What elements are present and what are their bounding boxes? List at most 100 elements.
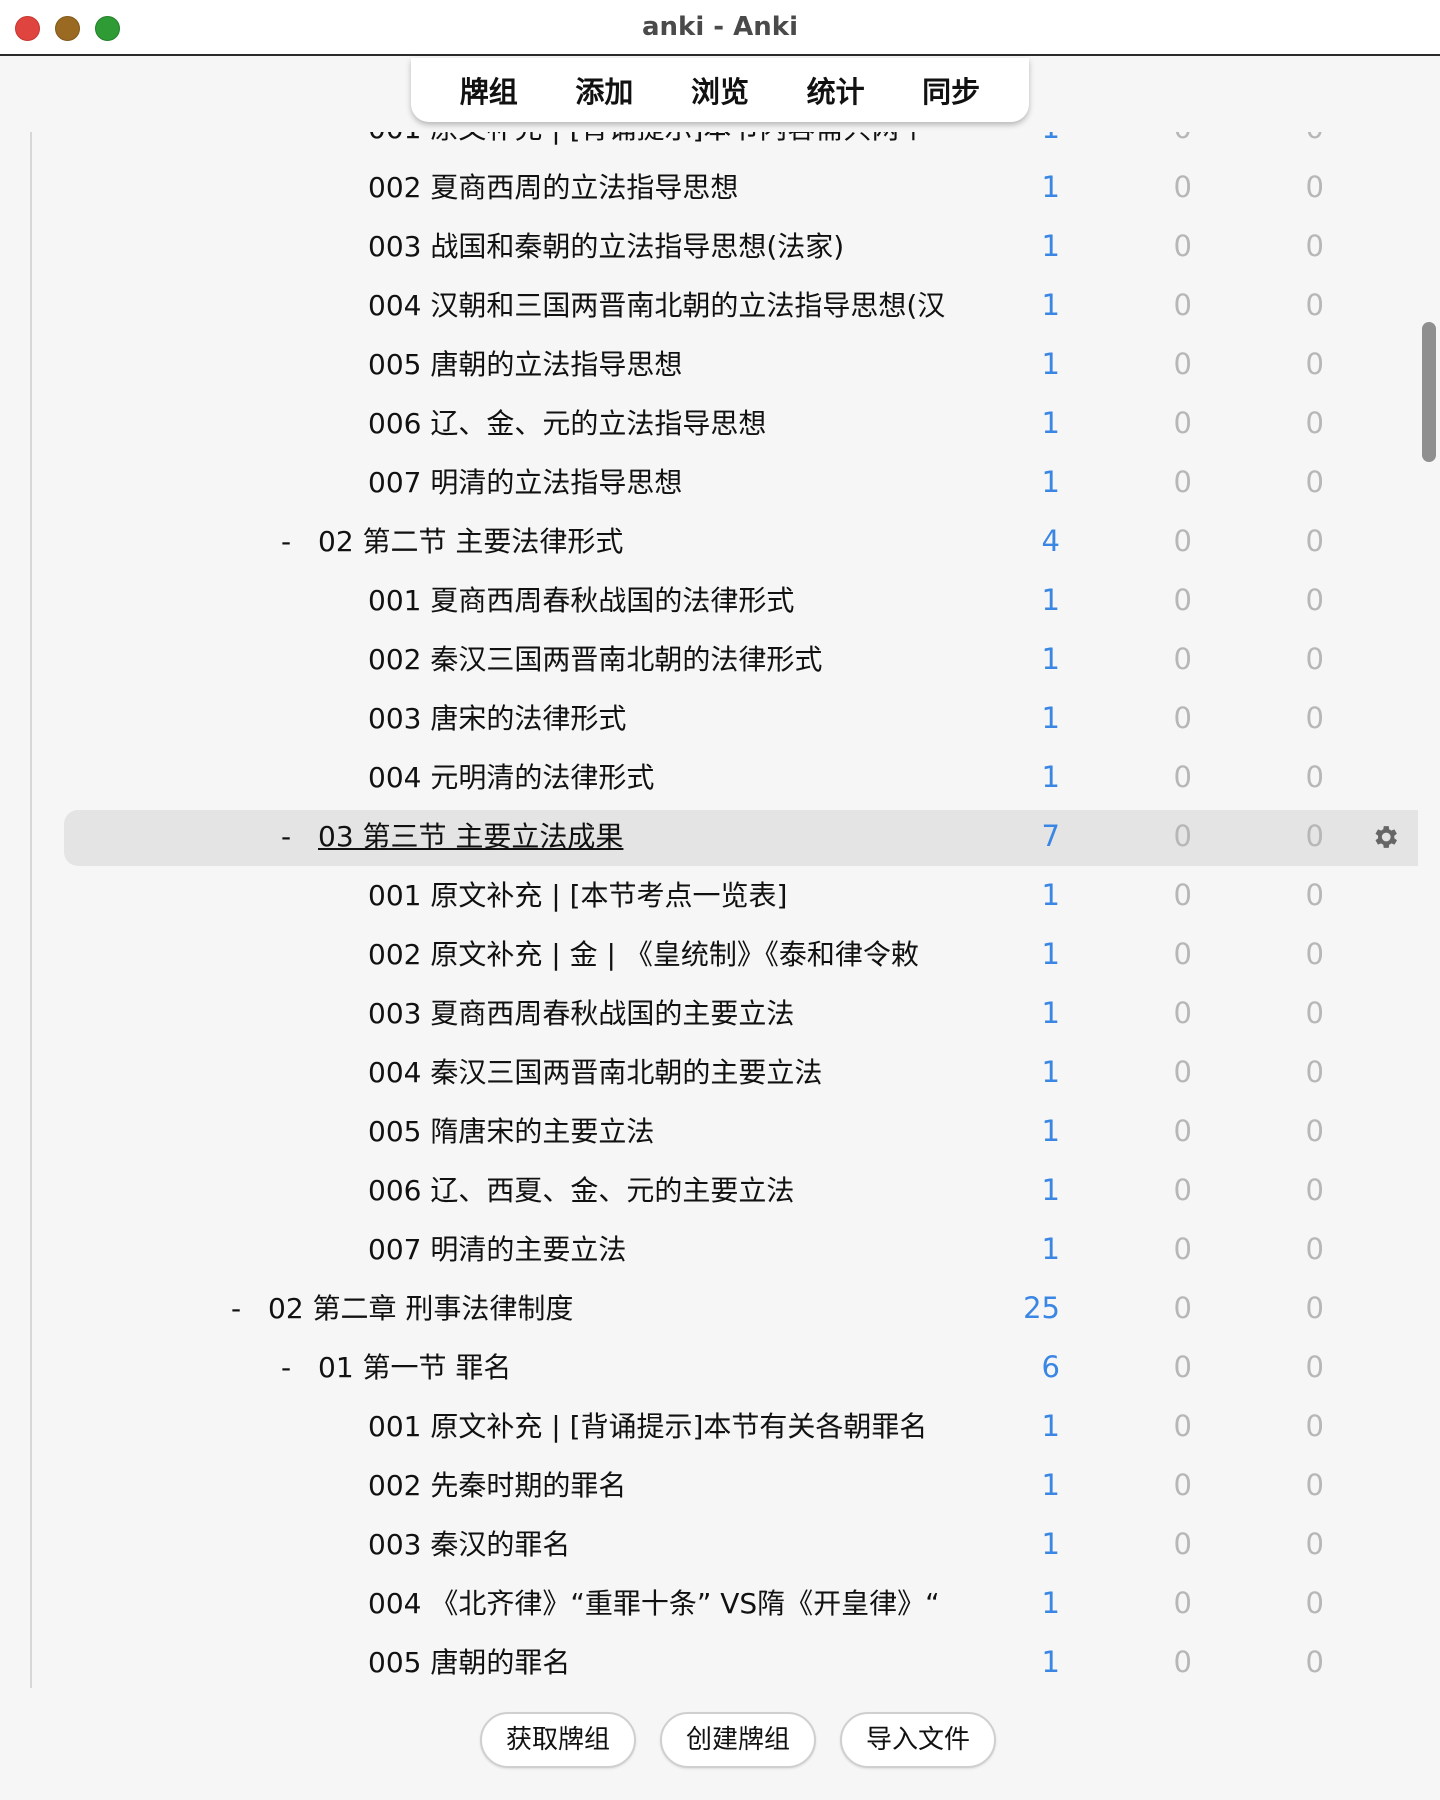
deck-row[interactable]: 003 战国和秦朝的立法指导思想(法家) 1 0 0 [32,217,1418,276]
gear-icon[interactable] [1370,822,1400,852]
deck-row[interactable]: 001 原文补充 | [背诵提示]本节有关各朝罪名 1 0 0 [32,1397,1418,1456]
window-title: anki - Anki [642,12,798,42]
deck-name[interactable]: 003 秦汉的罪名 [368,1515,984,1574]
due-count: 1 [1041,1409,1060,1443]
due-count: 1 [992,132,1060,158]
deck-name[interactable]: 004 秦汉三国两晋南北朝的主要立法 [368,1043,984,1102]
deck-row[interactable]: -01 第一节 罪名 6 0 0 [32,1338,1418,1397]
anki-window: anki - Anki 牌组 添加 浏览 统计 同步 001 原文补充 | [背… [0,0,1440,1800]
tab-decks[interactable]: 牌组 [450,65,528,115]
deck-name[interactable]: 001 夏商西周春秋战国的法律形式 [368,571,984,630]
deck-row[interactable]: -02 第二章 刑事法律制度 25 0 0 [32,1279,1418,1338]
collapse-toggle[interactable]: - [226,1279,246,1338]
collapse-toggle[interactable]: - [276,1338,296,1397]
deck-row[interactable]: 004 汉朝和三国两晋南北朝的立法指导思想(汉 1 0 0 [32,276,1418,335]
deck-name[interactable]: 02 第二章 刑事法律制度 [268,1279,978,1338]
deck-name[interactable]: 03 第三节 主要立法成果 [318,807,978,866]
deck-row[interactable]: 007 明清的立法指导思想 1 0 0 [32,453,1418,512]
deck-name[interactable]: 001 原文补充 | [本节考点一览表] [368,866,984,925]
review-count: 0 [1305,288,1324,322]
deck-name[interactable]: 001 原文补充 | [背诵提示]本节有关各朝罪名 [368,1397,984,1456]
due-count: 1 [1041,1114,1060,1148]
deck-row[interactable]: 004 秦汉三国两晋南北朝的主要立法 1 0 0 [32,1043,1418,1102]
due-count: 25 [1023,1291,1060,1325]
learn-count: 0 [1173,1350,1192,1384]
deck-row[interactable]: 001 原文补充 | [本节考点一览表] 1 0 0 [32,866,1418,925]
due-count: 1 [1041,170,1060,204]
deck-row[interactable]: 005 唐朝的立法指导思想 1 0 0 [32,335,1418,394]
deck-name[interactable]: 005 唐朝的立法指导思想 [368,335,984,394]
deck-row[interactable]: 004 《北齐律》“重罪十条” VS隋《开皇律》“ 1 0 0 [32,1574,1418,1633]
deck-row[interactable]: 003 唐宋的法律形式 1 0 0 [32,689,1418,748]
deck-row[interactable]: 007 明清的主要立法 1 0 0 [32,1220,1418,1279]
collapse-toggle[interactable]: - [276,512,296,571]
learn-count: 0 [1173,524,1192,558]
deck-name[interactable]: 003 唐宋的法律形式 [368,689,984,748]
due-count: 4 [1041,524,1060,558]
deck-row[interactable]: 001 原文补充 | [背诵提示]本节内容需只两个 1 0 0 [32,132,1418,158]
due-count: 1 [1041,347,1060,381]
create-deck-button[interactable]: 创建牌组 [660,1712,816,1768]
review-count: 0 [1305,1232,1324,1266]
deck-name[interactable]: 007 明清的主要立法 [368,1220,984,1279]
import-file-button[interactable]: 导入文件 [840,1712,996,1768]
review-count: 0 [1305,465,1324,499]
deck-name[interactable]: 004 元明清的法律形式 [368,748,984,807]
deck-row[interactable]: 002 原文补充 | 金 | 《皇统制》《泰和律令敕 1 0 0 [32,925,1418,984]
deck-row-selected[interactable]: -03 第三节 主要立法成果 7 0 0 [32,807,1418,866]
review-count: 0 [1305,701,1324,735]
deck-row[interactable]: 003 夏商西周春秋战国的主要立法 1 0 0 [32,984,1418,1043]
deck-row[interactable]: -02 第二节 主要法律形式 4 0 0 [32,512,1418,571]
deck-name[interactable]: 007 明清的立法指导思想 [368,453,984,512]
deck-name[interactable]: 006 辽、西夏、金、元的主要立法 [368,1161,984,1220]
vertical-scrollbar[interactable] [1422,322,1436,462]
deck-name[interactable]: 005 唐朝的罪名 [368,1633,984,1688]
deck-name[interactable]: 003 夏商西周春秋战国的主要立法 [368,984,984,1043]
deck-name[interactable]: 001 原文补充 | [背诵提示]本节内容需只两个 [368,132,984,158]
deck-row[interactable]: 005 唐朝的罪名 1 0 0 [32,1633,1418,1688]
review-count: 0 [1305,1468,1324,1502]
deck-row[interactable]: 003 秦汉的罪名 1 0 0 [32,1515,1418,1574]
learn-count: 0 [1173,1586,1192,1620]
learn-count: 0 [1173,937,1192,971]
deck-row[interactable]: 001 夏商西周春秋战国的法律形式 1 0 0 [32,571,1418,630]
deck-row[interactable]: 006 辽、西夏、金、元的主要立法 1 0 0 [32,1161,1418,1220]
get-shared-decks-button[interactable]: 获取牌组 [480,1712,636,1768]
review-count: 0 [1305,1114,1324,1148]
due-count: 1 [1041,996,1060,1030]
deck-row[interactable]: 004 元明清的法律形式 1 0 0 [32,748,1418,807]
deck-row[interactable]: 006 辽、金、元的立法指导思想 1 0 0 [32,394,1418,453]
deck-name[interactable]: 01 第一节 罪名 [318,1338,978,1397]
due-count: 1 [1041,642,1060,676]
deck-name[interactable]: 002 先秦时期的罪名 [368,1456,984,1515]
learn-count: 0 [1173,465,1192,499]
due-count: 1 [1041,1586,1060,1620]
deck-name[interactable]: 02 第二节 主要法律形式 [318,512,978,571]
due-count: 6 [1041,1350,1060,1384]
learn-count: 0 [1173,1409,1192,1443]
tab-add[interactable]: 添加 [565,65,643,115]
deck-row[interactable]: 002 夏商西周的立法指导思想 1 0 0 [32,158,1418,217]
deck-name[interactable]: 002 夏商西周的立法指导思想 [368,158,984,217]
deck-name[interactable]: 004 汉朝和三国两晋南北朝的立法指导思想(汉 [368,276,984,335]
review-count: 0 [1305,1645,1324,1679]
tab-stats[interactable]: 统计 [797,65,875,115]
deck-name[interactable]: 005 隋唐宋的主要立法 [368,1102,984,1161]
deck-name[interactable]: 006 辽、金、元的立法指导思想 [368,394,984,453]
tab-sync[interactable]: 同步 [912,65,990,115]
deck-name[interactable]: 002 原文补充 | 金 | 《皇统制》《泰和律令敕 [368,925,984,984]
deck-name[interactable]: 003 战国和秦朝的立法指导思想(法家) [368,217,984,276]
collapse-toggle[interactable]: - [276,807,296,866]
review-count: 0 [1305,996,1324,1030]
tab-browse[interactable]: 浏览 [681,65,759,115]
learn-count: 0 [1173,170,1192,204]
deck-row[interactable]: 002 先秦时期的罪名 1 0 0 [32,1456,1418,1515]
deck-name[interactable]: 004 《北齐律》“重罪十条” VS隋《开皇律》“ [368,1574,984,1633]
learn-count: 0 [1173,760,1192,794]
learn-count: 0 [1173,1232,1192,1266]
due-count: 1 [1041,229,1060,263]
learn-count: 0 [1173,819,1192,853]
deck-row[interactable]: 005 隋唐宋的主要立法 1 0 0 [32,1102,1418,1161]
deck-row[interactable]: 002 秦汉三国两晋南北朝的法律形式 1 0 0 [32,630,1418,689]
deck-name[interactable]: 002 秦汉三国两晋南北朝的法律形式 [368,630,984,689]
